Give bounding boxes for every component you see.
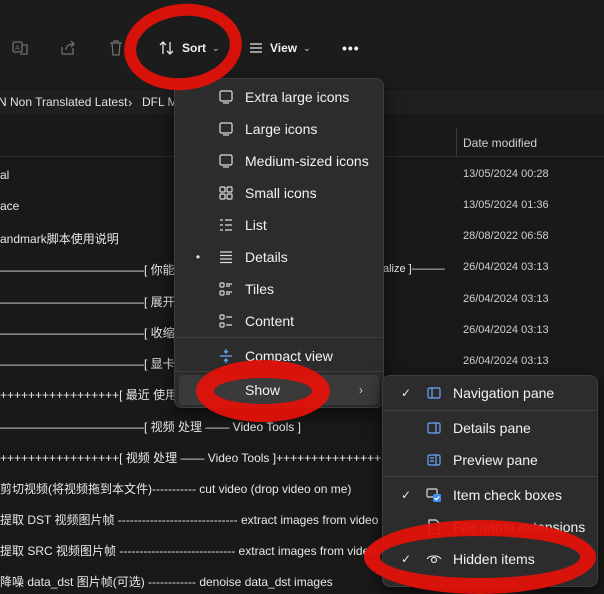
column-header-date-modified[interactable]: Date modified — [463, 136, 537, 150]
details-pane-icon — [425, 419, 443, 437]
menu-item-label: Item check boxes — [453, 487, 562, 503]
menu-item-label: Details — [245, 249, 288, 265]
file-date-modified: 13/05/2024 00:28 — [463, 168, 549, 180]
menu-separator — [175, 337, 383, 338]
file-name: 剪切视频(将视频拖到本文件)----------- cut video (dro… — [0, 482, 352, 496]
file-name: 降噪 data_dst 图片帧(可选) ------------ denoise… — [0, 575, 333, 589]
svg-text:A: A — [15, 45, 20, 52]
checkmark-icon: ✓ — [400, 488, 412, 502]
menu-separator — [383, 410, 597, 411]
menu-item-label: Small icons — [245, 185, 317, 201]
show-menu-item-preview-pane[interactable]: Preview pane — [387, 445, 593, 475]
preview-pane-icon — [425, 451, 443, 469]
tiles-icon — [217, 280, 235, 298]
menu-item-label: Extra large icons — [245, 89, 350, 105]
annotation-circle-hidden-items — [364, 520, 596, 594]
show-menu-item-navigation-pane[interactable]: ✓ Navigation pane — [387, 378, 593, 408]
command-bar: A Sort ⌄ View ⌄ ••• — [0, 0, 604, 88]
show-menu-item-details-pane[interactable]: Details pane — [387, 413, 593, 443]
see-more-button[interactable]: ••• — [342, 34, 360, 62]
file-name: +++++++++++++++++[ 视频 处理 —— Video Tools … — [0, 451, 382, 465]
file-date-modified: 13/05/2024 01:36 — [463, 199, 549, 211]
view-menu-item-content[interactable]: Content — [179, 306, 379, 336]
chevron-down-icon: ⌄ — [303, 42, 311, 53]
more-icon: ••• — [342, 40, 360, 56]
file-date-modified: 26/04/2024 03:13 — [463, 324, 549, 336]
menu-item-label: Content — [245, 313, 295, 329]
selected-bullet-icon: • — [195, 250, 201, 264]
menu-separator — [383, 476, 597, 477]
translate-icon[interactable]: A — [8, 36, 32, 60]
view-icon — [250, 43, 262, 53]
file-date-modified: 26/04/2024 03:13 — [463, 293, 549, 305]
file-date-modified: 26/04/2024 03:13 — [463, 355, 549, 367]
view-menu-item-large-icons[interactable]: Large icons — [179, 114, 379, 144]
share-icon[interactable] — [56, 36, 80, 60]
menu-item-label: Preview pane — [453, 452, 538, 468]
show-menu-item-item-check-boxes[interactable]: ✓ Item check boxes — [387, 480, 593, 510]
view-menu-item-tiles[interactable]: Tiles — [179, 274, 379, 304]
menu-item-label: Tiles — [245, 281, 275, 297]
checkbox-icon — [425, 486, 443, 504]
navigation-pane-icon — [425, 384, 443, 402]
view-menu-item-medium-sized-icons[interactable]: Medium-sized icons — [179, 146, 379, 176]
view-menu-item-extra-large-icons[interactable]: Extra large icons — [179, 82, 379, 112]
file-name: 提取 DST 视频图片帧 ---------------------------… — [0, 513, 379, 527]
menu-item-label: Medium-sized icons — [245, 153, 369, 169]
file-name: ace — [0, 199, 20, 213]
menu-item-label: Large icons — [245, 121, 318, 137]
file-name: al — [0, 168, 10, 182]
view-menu-item-list[interactable]: List — [179, 210, 379, 240]
monitor-icon — [217, 120, 235, 138]
breadcrumb-segment[interactable]: N Non Translated Latest — [0, 95, 127, 109]
file-name: andmark脚本使用说明 — [0, 232, 119, 246]
column-separator[interactable] — [456, 128, 457, 156]
monitor-icon — [217, 88, 235, 106]
list-icon — [217, 216, 235, 234]
grid-icon — [217, 184, 235, 202]
file-name: +++++++++++++++++[ 最近 使用 — — [0, 388, 193, 402]
file-date-modified: 28/08/2022 06:58 — [463, 230, 549, 242]
menu-item-label: Details pane — [453, 420, 531, 436]
view-menu: Extra large icons Large icons Medium-sized… — [174, 78, 384, 408]
monitor-icon — [217, 152, 235, 170]
file-name: 提取 SRC 视频图片帧 ---------------------------… — [0, 544, 376, 558]
breadcrumb-separator: › — [128, 94, 133, 110]
view-button[interactable]: View ⌄ — [248, 34, 311, 62]
annotation-circle-show — [196, 360, 330, 422]
chevron-right-icon: › — [359, 383, 363, 397]
breadcrumb-segment[interactable]: DFL M — [142, 95, 178, 109]
view-label: View — [270, 41, 298, 55]
checkmark-icon: ✓ — [400, 386, 412, 400]
view-menu-item-details[interactable]: • Details — [179, 242, 379, 272]
row-name-tail: alize ]——— — [383, 263, 445, 275]
details-icon — [217, 248, 235, 266]
view-menu-item-small-icons[interactable]: Small icons — [179, 178, 379, 208]
file-date-modified: 26/04/2024 03:13 — [463, 261, 549, 273]
menu-item-label: Navigation pane — [453, 385, 555, 401]
content-icon — [217, 312, 235, 330]
menu-item-label: List — [245, 217, 267, 233]
